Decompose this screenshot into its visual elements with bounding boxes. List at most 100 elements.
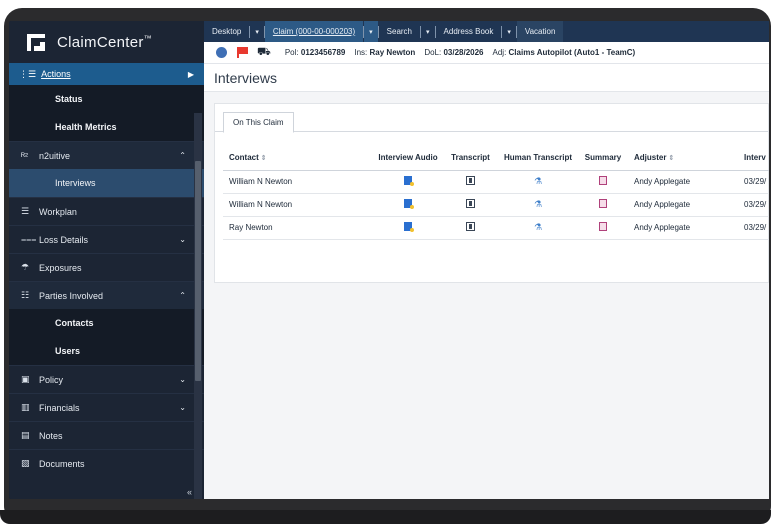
sidebar-item-label: n2uitive xyxy=(39,150,71,161)
sidebar-item-label: Exposures xyxy=(39,262,82,273)
sort-icon[interactable]: ⇕ xyxy=(668,155,674,162)
sidebar-item-label: Workplan xyxy=(39,206,77,217)
actions-label: Actions xyxy=(41,69,71,79)
human-transcript-icon[interactable]: ⚗ xyxy=(534,176,542,187)
sidebar-item-label: Interviews xyxy=(55,178,96,188)
tab-dropdown-chevron-icon[interactable]: ▾ xyxy=(250,21,264,42)
column-header-interv[interactable]: Interv xyxy=(738,146,769,171)
sidebar: ClaimCenter™ ⋮☰ Actions ▶ Status Health M… xyxy=(9,21,204,499)
policy-icon: ▣ xyxy=(21,374,30,384)
sidebar-item-documents[interactable]: ▧ Documents xyxy=(9,449,204,477)
summary-icon[interactable] xyxy=(599,222,607,231)
people-icon: ☷ xyxy=(21,290,30,300)
chevron-down-icon: ⌄ xyxy=(179,375,186,384)
sidebar-item-n2uitive[interactable]: ᴿ² n2uitive ⌃ xyxy=(9,141,204,169)
vehicle-icon: ⛟ xyxy=(257,45,271,58)
sidebar-item-label: Loss Details xyxy=(39,234,89,245)
list-icon: ☰ xyxy=(21,206,30,216)
transcript-cell xyxy=(443,216,498,240)
sidebar-item-parties-involved[interactable]: ☷ Parties Involved ⌃ xyxy=(9,281,204,309)
column-header-human-transcript[interactable]: Human Transcript xyxy=(498,146,578,171)
sidebar-subitem-contacts[interactable]: Contacts xyxy=(9,309,204,337)
table-body: William N Newton ⚗ Andy Applegate 03/29/Wil… xyxy=(223,170,769,240)
interview-date-cell: 03/29/ xyxy=(738,216,769,240)
sidebar-item-label: Health Metrics xyxy=(55,122,117,132)
actions-menu-button[interactable]: ⋮☰ Actions ▶ xyxy=(9,63,204,85)
sidebar-subitem-status[interactable]: Status xyxy=(9,85,204,113)
tab-dropdown-chevron-icon[interactable]: ▾ xyxy=(421,21,435,42)
sidebar-item-label: Documents xyxy=(39,458,85,469)
contact-cell: William N Newton xyxy=(223,193,373,217)
column-header-label: Interv xyxy=(744,153,766,163)
policy-info: Pol: 0123456789 xyxy=(284,48,346,57)
sidebar-item-label: Notes xyxy=(39,430,63,441)
chevron-down-icon: ⌄ xyxy=(179,403,186,412)
inner-tab-bar: On This Claim xyxy=(215,104,768,133)
tab-search[interactable]: Search xyxy=(379,21,420,42)
sidebar-scroll-thumb[interactable] xyxy=(195,161,201,381)
sidebar-subitem-interviews[interactable]: Interviews xyxy=(9,169,204,197)
transcript-icon[interactable] xyxy=(466,199,475,208)
sidebar-item-loss-details[interactable]: ⩶ Loss Details ⌄ xyxy=(9,225,204,253)
column-header-contact[interactable]: Contact ⇕ xyxy=(223,146,373,171)
table-header-row: Contact ⇕ Interview Audio Transcript Human T… xyxy=(223,146,769,171)
column-header-summary[interactable]: Summary xyxy=(578,146,628,171)
sort-icon[interactable]: ⇕ xyxy=(261,155,267,162)
notes-icon: ▤ xyxy=(21,430,30,440)
human-transcript-icon[interactable]: ⚗ xyxy=(534,199,542,210)
human-transcript-icon[interactable]: ⚗ xyxy=(534,222,542,233)
sidebar-item-label: Parties Involved xyxy=(39,290,104,301)
umbrella-icon: ☂ xyxy=(21,262,30,272)
interview-audio-icon[interactable] xyxy=(404,176,414,186)
sidebar-item-workplan[interactable]: ☰ Workplan xyxy=(9,197,204,225)
tab-dropdown-chevron-icon[interactable]: ▾ xyxy=(364,21,378,42)
tab-desktop[interactable]: Desktop xyxy=(204,21,249,42)
sidebar-subitem-health-metrics[interactable]: Health Metrics xyxy=(9,113,204,141)
device-lip xyxy=(0,510,771,524)
sidebar-item-exposures[interactable]: ☂ Exposures xyxy=(9,253,204,281)
chevron-up-icon: ⌃ xyxy=(179,291,186,300)
table-row[interactable]: Ray Newton ⚗ Andy Applegate 03/29/ xyxy=(223,216,769,240)
column-header-transcript[interactable]: Transcript xyxy=(443,146,498,171)
tab-on-this-claim[interactable]: On This Claim xyxy=(223,112,294,133)
transcript-cell xyxy=(443,193,498,217)
table-row[interactable]: William N Newton ⚗ Andy Applegate 03/29/ xyxy=(223,170,769,194)
tab-dropdown-chevron-icon[interactable]: ▾ xyxy=(502,21,516,42)
interviews-table: Contact ⇕ Interview Audio Transcript Human T… xyxy=(223,146,769,240)
sidebar-item-notes[interactable]: ▤ Notes xyxy=(9,421,204,449)
claimcenter-logo-icon xyxy=(27,33,45,51)
column-header-adjuster[interactable]: Adjuster ⇕ xyxy=(628,146,738,171)
transcript-icon[interactable] xyxy=(466,176,475,185)
documents-icon: ▧ xyxy=(21,458,30,468)
summary-icon[interactable] xyxy=(599,199,607,208)
interview-audio-icon[interactable] xyxy=(404,199,414,209)
interview-audio-icon[interactable] xyxy=(404,222,414,232)
interview-date-cell: 03/29/ xyxy=(738,170,769,194)
sidebar-item-financials[interactable]: ▥ Financials ⌄ xyxy=(9,393,204,421)
collapse-sidebar-icon[interactable]: « xyxy=(187,487,192,497)
tab-claim-000-00-000203[interactable]: Claim (000-00-000203) xyxy=(264,21,364,42)
summary-cell xyxy=(578,193,628,217)
sidebar-item-label: Contacts xyxy=(55,318,94,328)
sidebar-item-policy[interactable]: ▣ Policy ⌄ xyxy=(9,365,204,393)
table-row[interactable]: William N Newton ⚗ Andy Applegate 03/29/ xyxy=(223,193,769,217)
column-header-interview-audio[interactable]: Interview Audio xyxy=(373,146,443,171)
adjuster-info: Adj: Claims Autopilot (Auto1 - TeamC) xyxy=(492,48,636,57)
sidebar-subitem-users[interactable]: Users xyxy=(9,337,204,365)
interview-date-cell: 03/29/ xyxy=(738,193,769,217)
contact-cell: Ray Newton xyxy=(223,216,373,240)
transcript-cell xyxy=(443,170,498,194)
n2-icon: ᴿ² xyxy=(21,150,29,161)
tab-address-book[interactable]: Address Book xyxy=(436,21,502,42)
actions-icon: ⋮☰ xyxy=(19,68,37,79)
transcript-icon[interactable] xyxy=(466,222,475,231)
app-name: ClaimCenter™ xyxy=(57,33,152,51)
summary-cell xyxy=(578,170,628,194)
human-transcript-cell: ⚗ xyxy=(498,170,578,194)
chevron-down-icon: ⌄ xyxy=(179,235,186,244)
summary-icon[interactable] xyxy=(599,176,607,185)
tab-vacation[interactable]: Vacation xyxy=(516,21,564,42)
column-header-label: Human Transcript xyxy=(503,153,572,163)
adjuster-cell: Andy Applegate xyxy=(628,170,738,194)
sidebar-menu: Status Health Metrics ᴿ² n2uitive ⌃ Interview… xyxy=(9,85,204,477)
